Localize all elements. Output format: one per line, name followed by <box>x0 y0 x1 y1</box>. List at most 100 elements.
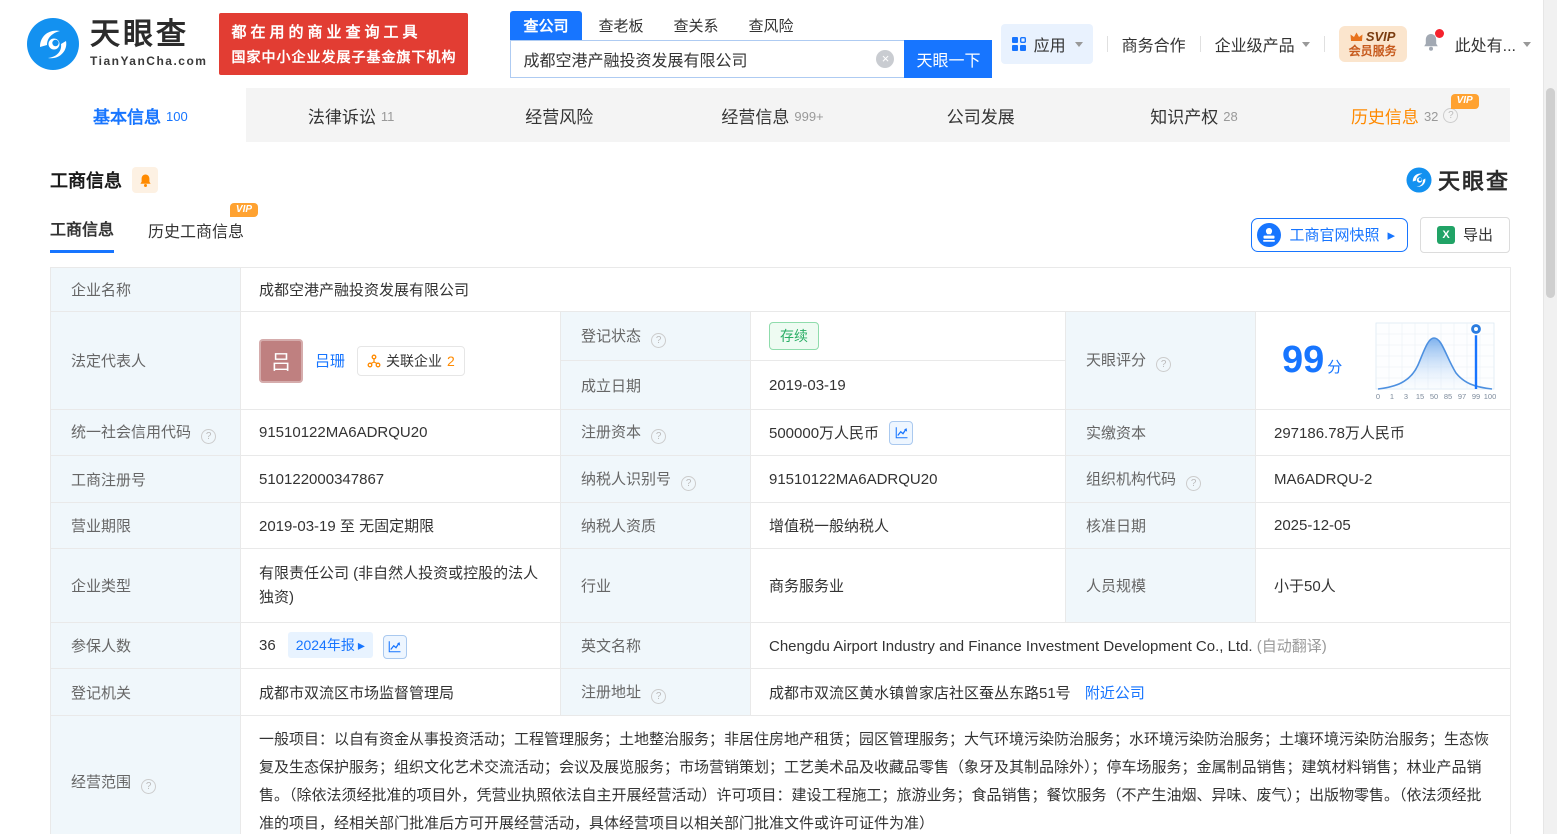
capital-trend-icon[interactable] <box>889 420 914 445</box>
official-snapshot-button[interactable]: 工商官网快照 ▸ <box>1251 217 1408 252</box>
tab-basic-info[interactable]: 基本信息 100 <box>35 88 246 142</box>
field-label-org-code: 组织机构代码 ? <box>1065 455 1256 503</box>
svg-text:15: 15 <box>1416 392 1424 401</box>
business-coop-link[interactable]: 商务合作 <box>1122 32 1186 56</box>
svg-text:50: 50 <box>1430 392 1438 401</box>
trend-chart-icon <box>389 641 401 653</box>
field-label-business-term: 营业期限 <box>50 502 241 549</box>
tab-operation-risk[interactable]: 经营风险 <box>456 88 667 142</box>
tab-company-development[interactable]: 公司发展 <box>878 88 1089 142</box>
chevron-down-icon <box>1523 41 1531 47</box>
legal-rep-avatar[interactable]: 吕 <box>259 338 303 383</box>
subtab-label: 历史工商信息 <box>148 223 245 241</box>
score-value: 99 <box>1282 339 1325 381</box>
chevron-down-icon <box>1301 41 1310 47</box>
insured-count-cell: 36 2024年报 ▸ <box>240 622 561 669</box>
tab-label: 经营信息 <box>721 107 790 127</box>
subtab-business-info[interactable]: 工商信息 <box>50 216 115 253</box>
auto-translate-note: (自动翻译) <box>1256 638 1327 655</box>
nearby-companies-link[interactable]: 附近公司 <box>1085 685 1145 702</box>
field-label-credit-code: 统一社会信用代码 ? <box>50 409 241 456</box>
user-menu[interactable]: 此处有... <box>1455 32 1531 56</box>
slogan-line1: 都在用的商业查询工具 <box>231 24 422 41</box>
taxpayer-id-value: 91510122MA6ADRQU20 <box>750 455 1066 503</box>
status-badge: 存续 <box>769 322 819 350</box>
help-icon[interactable]: ? <box>681 475 697 491</box>
tab-legal-proceedings[interactable]: 法律诉讼 11 <box>246 88 457 142</box>
clear-search-icon[interactable]: × <box>876 49 895 68</box>
company-type-value: 有限责任公司 (非自然人投资或控股的法人独资) <box>240 548 561 623</box>
field-label-taxpayer-quality: 纳税人资质 <box>560 502 751 549</box>
tab-count: 32 <box>1423 108 1439 124</box>
help-icon[interactable]: ? <box>651 688 667 704</box>
help-icon[interactable]: ? <box>651 429 667 444</box>
reg-status-cell: 存续 <box>750 311 1066 361</box>
help-icon[interactable]: ? <box>1156 357 1172 372</box>
svg-text:97: 97 <box>1458 392 1466 401</box>
apps-menu[interactable]: 应用 <box>1000 24 1093 64</box>
tab-label: 法律诉讼 <box>307 107 376 127</box>
apps-label: 应用 <box>1033 38 1066 55</box>
enterprise-products-label: 企业级产品 <box>1214 38 1295 55</box>
search-tab-company[interactable]: 查公司 <box>510 10 582 40</box>
search-tab-relation[interactable]: 查关系 <box>661 11 732 40</box>
legal-rep-name-link[interactable]: 吕珊 <box>315 350 345 371</box>
notifications-bell-icon[interactable] <box>1421 28 1444 57</box>
credit-code-value: 91510122MA6ADRQU20 <box>240 409 561 456</box>
search-tab-boss[interactable]: 查老板 <box>586 11 657 40</box>
grid-icon <box>1011 37 1026 51</box>
help-icon[interactable]: ? <box>1443 107 1459 123</box>
site-header: 天眼查 TianYanCha.com 都在用的商业查询工具 国家中小企业发展子基… <box>0 0 1557 88</box>
search-tab-risk[interactable]: 查风险 <box>736 11 807 40</box>
tab-intellectual-property[interactable]: 知识产权 28 <box>1089 88 1300 142</box>
export-label: 导出 <box>1462 227 1493 244</box>
subtab-history-business-info[interactable]: 历史工商信息 VIP <box>148 202 259 252</box>
slogan-banner: 都在用的商业查询工具 国家中小企业发展子基金旗下机构 <box>219 13 469 75</box>
score-cell: 99 分 0 1 3 15 50 85 97 99 100 <box>1255 311 1511 410</box>
logo-swirl-icon <box>27 18 79 70</box>
divider <box>1323 36 1325 52</box>
scrollbar-thumb[interactable] <box>1546 88 1555 298</box>
section-title: 工商信息 <box>50 171 122 191</box>
snapshot-label: 工商官网快照 <box>1289 227 1380 244</box>
field-label-reg-status: 登记状态 ? <box>560 311 751 361</box>
search-input[interactable] <box>510 39 905 78</box>
org-code-value: MA6ADRQU-2 <box>1255 455 1511 503</box>
industry-value: 商务服务业 <box>750 548 1066 623</box>
help-icon[interactable]: ? <box>141 778 157 794</box>
field-label-reg-address: 注册地址 ? <box>560 668 751 716</box>
vip-badge: VIP <box>1450 94 1479 109</box>
search-area: 查公司 查老板 查关系 查风险 × 天眼一下 <box>510 10 993 78</box>
search-button[interactable]: 天眼一下 <box>904 39 993 78</box>
watermark-text: 天眼查 <box>1437 169 1510 194</box>
field-label-staff-size: 人员规模 <box>1065 548 1256 623</box>
en-name-value: Chengdu Airport Industry and Finance Inv… <box>769 638 1253 655</box>
field-label-industry: 行业 <box>560 548 751 623</box>
enterprise-products-menu[interactable]: 企业级产品 <box>1215 32 1310 56</box>
svip-member-badge[interactable]: SVIP 会员服务 <box>1338 25 1407 63</box>
field-label-score: 天眼评分 ? <box>1065 311 1256 410</box>
score-unit: 分 <box>1327 359 1343 376</box>
export-button[interactable]: X 导出 <box>1419 216 1510 253</box>
field-label-company-name: 企业名称 <box>50 267 241 312</box>
help-icon[interactable]: ? <box>651 332 667 348</box>
field-label-reg-authority: 登记机关 <box>50 668 241 716</box>
help-icon[interactable]: ? <box>201 429 217 444</box>
monitor-bell-icon[interactable] <box>132 167 158 193</box>
tab-operation-info[interactable]: 经营信息 999+ <box>667 88 878 142</box>
org-network-icon <box>367 354 381 367</box>
svg-text:85: 85 <box>1444 392 1452 401</box>
company-section-tabs: 基本信息 100 法律诉讼 11 经营风险 经营信息 999+ 公司发展 知识产… <box>35 88 1510 142</box>
insured-trend-icon[interactable] <box>382 634 407 659</box>
field-label-insured-count: 参保人数 <box>50 622 241 669</box>
related-companies-badge[interactable]: 关联企业 2 <box>357 345 465 376</box>
scrollbar[interactable] <box>1543 0 1557 834</box>
help-icon[interactable]: ? <box>1186 475 1202 491</box>
tab-label: 知识产权 <box>1150 107 1219 127</box>
chevron-down-icon <box>1074 41 1083 47</box>
field-label-reg-capital: 注册资本 ? <box>560 409 751 456</box>
tab-history-info[interactable]: VIP 历史信息 32 ? <box>1299 88 1510 142</box>
divider <box>1199 36 1201 52</box>
annual-report-badge[interactable]: 2024年报 ▸ <box>287 632 373 659</box>
tianyancha-logo[interactable]: 天眼查 TianYanCha.com <box>26 17 207 71</box>
